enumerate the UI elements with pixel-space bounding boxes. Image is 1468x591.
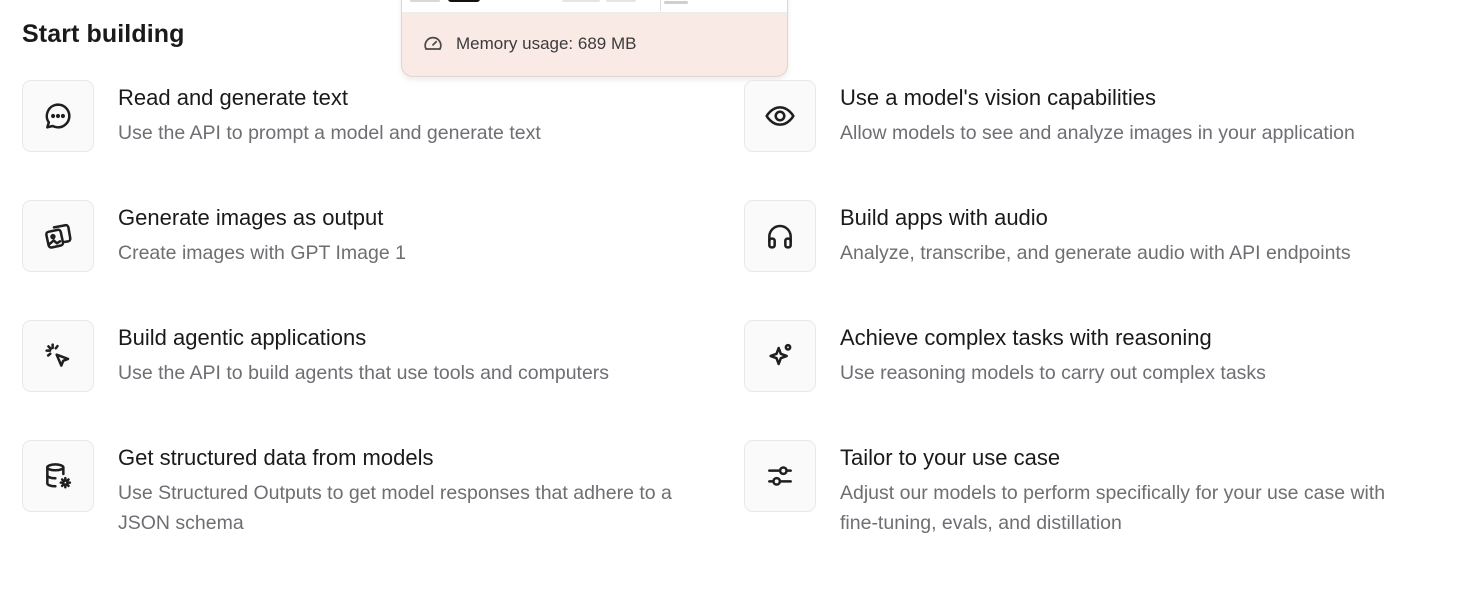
card-title: Build apps with audio (840, 205, 1048, 230)
card-title: Read and generate text (118, 85, 348, 110)
card-description: Analyze, transcribe, and generate audio … (840, 242, 1351, 264)
sparkle-icon (744, 320, 816, 392)
card-title: Generate images as output (118, 205, 384, 230)
card-title: Use a model's vision capabilities (840, 85, 1157, 110)
headphones-icon (744, 200, 816, 272)
card-description: Use Structured Outputs to get model resp… (118, 482, 672, 534)
images-icon (22, 200, 94, 272)
card-agentic[interactable]: Build agentic applications Use the API t… (22, 320, 722, 420)
card-reasoning[interactable]: Achieve complex tasks with reasoning Use… (744, 320, 1444, 420)
chat-bubble-icon (22, 80, 94, 152)
memory-usage-row: Memory usage: 689 MB (422, 33, 636, 55)
sliders-icon (744, 440, 816, 512)
card-description: Use the API to prompt a model and genera… (118, 122, 541, 144)
card-title: Tailor to your use case (840, 445, 1061, 470)
card-vision[interactable]: Use a model's vision capabilities Allow … (744, 80, 1444, 180)
card-structured-data[interactable]: Get structured data from models Use Stru… (22, 440, 722, 540)
section-title: Start building (22, 20, 185, 48)
page-preview-thumbnail (402, 0, 787, 13)
card-description: Create images with GPT Image 1 (118, 242, 406, 264)
card-tailor[interactable]: Tailor to your use case Adjust our model… (744, 440, 1444, 540)
card-title: Get structured data from models (118, 445, 434, 470)
card-description: Adjust our models to perform specificall… (840, 482, 1386, 534)
cursor-click-icon (22, 320, 94, 392)
memory-usage-label: Memory usage: 689 MB (456, 34, 637, 53)
card-read-generate-text[interactable]: Read and generate text Use the API to pr… (22, 80, 722, 180)
eye-icon (744, 80, 816, 152)
database-gear-icon (22, 440, 94, 512)
card-title: Build agentic applications (118, 325, 367, 350)
gauge-icon (422, 33, 444, 55)
card-description: Allow models to see and analyze images i… (840, 122, 1355, 144)
card-description: Use the API to build agents that use too… (118, 362, 610, 384)
card-description: Use reasoning models to carry out comple… (840, 362, 1266, 384)
card-audio[interactable]: Build apps with audio Analyze, transcrib… (744, 200, 1444, 300)
card-generate-images[interactable]: Generate images as output Create images … (22, 200, 722, 300)
card-title: Achieve complex tasks with reasoning (840, 325, 1212, 350)
page: Memory usage: 689 MB Start building Read… (0, 0, 1468, 591)
memory-usage-popup: Memory usage: 689 MB (401, 0, 788, 77)
